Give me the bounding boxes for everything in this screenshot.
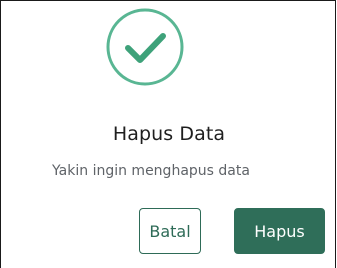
dialog-title: Hapus Data [112, 123, 226, 145]
cancel-button[interactable]: Batal [139, 208, 201, 254]
dialog-message: Yakin ingin menghapus data [52, 163, 250, 179]
delete-button[interactable]: Hapus [234, 208, 325, 254]
confirm-delete-dialog: Hapus Data Yakin ingin menghapus data Ba… [0, 0, 336, 268]
check-circle-icon [106, 8, 184, 86]
